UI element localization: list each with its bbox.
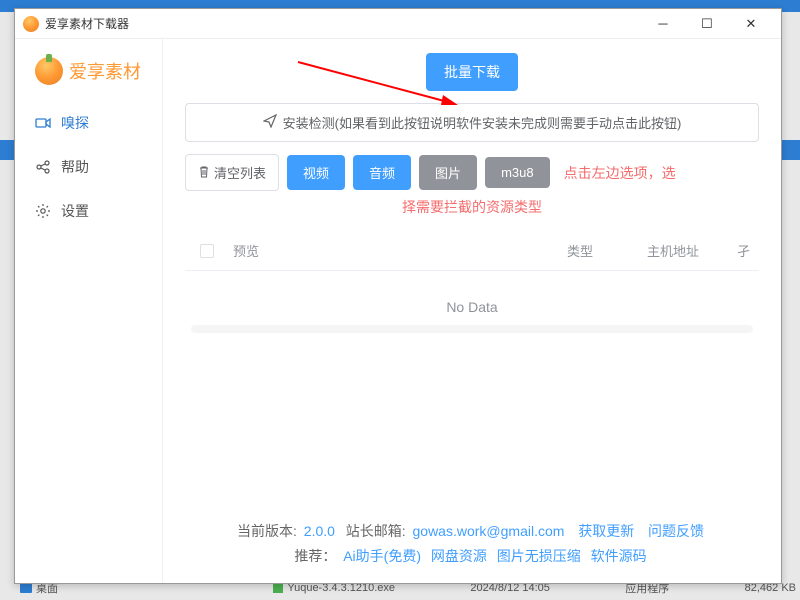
titlebar[interactable]: 爱享素材下载器 ─ ☐ ✕	[15, 9, 781, 39]
brand-text: 爱享素材	[69, 58, 141, 84]
window-title: 爱享素材下载器	[45, 15, 641, 32]
brand: 爱享素材	[15, 57, 162, 101]
feedback-link[interactable]: 问题反馈	[648, 523, 704, 539]
brand-icon	[35, 57, 63, 85]
sidebar-item-label: 帮助	[61, 157, 89, 177]
maximize-button[interactable]: ☐	[685, 10, 729, 38]
sidebar-item-settings[interactable]: 设置	[15, 189, 162, 233]
email-link[interactable]: gowas.work@gmail.com	[413, 523, 565, 539]
trash-icon	[198, 165, 210, 181]
resource-table: 预览 类型 主机地址 孑 No Data	[185, 231, 759, 511]
footer: 当前版本: 2.0.0 站长邮箱: gowas.work@gmail.com 获…	[185, 511, 759, 583]
gear-icon	[35, 204, 51, 218]
hint-text-2: 择需要拦截的资源类型	[185, 197, 759, 217]
app-icon	[23, 16, 39, 32]
close-button[interactable]: ✕	[729, 10, 773, 38]
version-link[interactable]: 2.0.0	[304, 523, 335, 539]
column-type: 类型	[567, 241, 647, 260]
sidebar: 爱享素材 嗅探 帮助 设置	[15, 39, 163, 583]
sidebar-item-label: 设置	[61, 201, 89, 221]
horizontal-scrollbar[interactable]	[191, 325, 753, 333]
recommend-disk-link[interactable]: 网盘资源	[431, 548, 487, 564]
recommend-ai-link[interactable]: Ai助手(免费)	[343, 548, 421, 564]
batch-download-button[interactable]: 批量下载	[426, 53, 518, 91]
table-header: 预览 类型 主机地址 孑	[185, 231, 759, 271]
minimize-button[interactable]: ─	[641, 10, 685, 38]
filter-image-chip[interactable]: 图片	[419, 155, 477, 190]
filter-video-chip[interactable]: 视频	[287, 155, 345, 190]
select-all-checkbox[interactable]	[200, 244, 214, 258]
sidebar-item-label: 嗅探	[61, 113, 89, 133]
share-icon	[35, 160, 51, 174]
column-preview: 预览	[225, 241, 567, 260]
send-icon	[263, 114, 277, 131]
recommend-src-link[interactable]: 软件源码	[591, 548, 647, 564]
clear-list-button[interactable]: 清空列表	[185, 154, 279, 191]
hint-text-1: 点击左边选项，选	[564, 163, 676, 183]
camera-icon	[35, 116, 51, 130]
column-extra: 孑	[737, 241, 755, 260]
install-check-button[interactable]: 安装检测(如果看到此按钮说明软件安装未完成则需要手动点击此按钮)	[185, 103, 759, 142]
filter-m3u8-chip[interactable]: m3u8	[485, 157, 550, 188]
sidebar-item-sniff[interactable]: 嗅探	[15, 101, 162, 145]
sidebar-item-help[interactable]: 帮助	[15, 145, 162, 189]
main-panel: 批量下载 安装检测(如果看到此按钮说明软件安装未完成则需要手动点击此按钮) 清空…	[163, 39, 781, 583]
no-data-text: No Data	[185, 271, 759, 325]
column-host: 主机地址	[647, 241, 737, 260]
filter-audio-chip[interactable]: 音频	[353, 155, 411, 190]
recommend-img-link[interactable]: 图片无损压缩	[497, 548, 581, 564]
get-update-link[interactable]: 获取更新	[578, 523, 634, 539]
app-window: 爱享素材下载器 ─ ☐ ✕ 爱享素材 嗅探 帮助	[14, 8, 782, 584]
